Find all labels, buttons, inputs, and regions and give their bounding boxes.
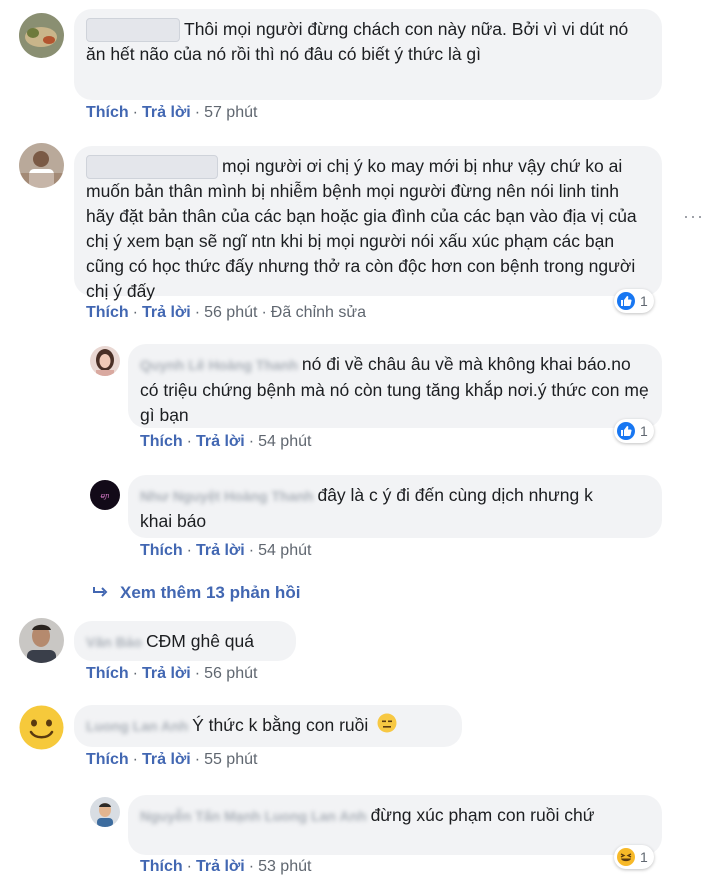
- like-link[interactable]: Thích: [140, 433, 183, 450]
- blurred-author-name[interactable]: Văn Bảo: [86, 630, 142, 655]
- like-link[interactable]: Thích: [86, 304, 129, 321]
- timestamp[interactable]: 56 phút: [204, 665, 257, 682]
- comment-text: đừng xúc phạm con ruồi chứ: [370, 805, 595, 825]
- timestamp[interactable]: 54 phút: [258, 542, 311, 559]
- smiley-avatar-icon: [19, 705, 64, 750]
- avatar[interactable]: [90, 797, 120, 827]
- comment-bubble: mọi người ơi chị ý ko may mới bị như vậy…: [74, 146, 662, 301]
- like-link[interactable]: Thích: [86, 104, 129, 121]
- comment-actions: Thích · Trả lời · 57 phút: [86, 104, 258, 121]
- avatar-image: [19, 143, 64, 188]
- reply-link[interactable]: Trả lời: [196, 542, 245, 559]
- reply-link[interactable]: Trả lời: [142, 751, 191, 768]
- thumbs-up-icon: [617, 292, 635, 310]
- avatar-image: [90, 346, 120, 376]
- avatar[interactable]: [19, 143, 64, 188]
- avatar[interactable]: [19, 705, 64, 750]
- avatar-image: ʊ̶ɲ: [90, 480, 120, 510]
- comment-bubble: Thôi mọi người đừng chách con này nữa. B…: [74, 9, 662, 100]
- reply-bubble: Quynh Lê Hoàng Thanh nó đi về châu âu về …: [128, 344, 662, 428]
- avatar-image: [90, 797, 120, 827]
- like-link[interactable]: Thích: [140, 542, 183, 559]
- timestamp[interactable]: 53 phút: [258, 858, 311, 875]
- blurred-author-name[interactable]: [86, 18, 180, 43]
- comment-text: CĐM ghê quá: [146, 631, 254, 651]
- comment-actions: Thích · Trả lời · 55 phút: [86, 751, 258, 768]
- comment-actions: Thích · Trả lời · 54 phút: [140, 542, 312, 559]
- like-link[interactable]: Thích: [86, 751, 129, 768]
- timestamp[interactable]: 54 phút: [258, 433, 311, 450]
- blurred-author-name[interactable]: Nguyễn Tấn Mạnh Luong Lan Anh: [140, 804, 367, 829]
- reaction-number: 1: [640, 849, 648, 865]
- avatar[interactable]: ʊ̶ɲ: [90, 480, 120, 510]
- expressionless-emoji-icon: [377, 713, 397, 740]
- reply-arrow-icon: [92, 583, 108, 603]
- reply-link[interactable]: Trả lời: [142, 665, 191, 682]
- reaction-count[interactable]: 1: [614, 419, 654, 443]
- blurred-author-name[interactable]: Như Nguyệt Hoàng Thanh: [140, 484, 313, 509]
- reply-link[interactable]: Trả lời: [142, 304, 191, 321]
- like-link[interactable]: Thích: [140, 858, 183, 875]
- blurred-author-name[interactable]: Quynh Lê Hoàng Thanh: [140, 353, 298, 378]
- more-horizontal-icon[interactable]: ···: [683, 207, 704, 225]
- comment-actions: Thích · Trả lời · 56 phút: [86, 665, 258, 682]
- avatar[interactable]: [19, 13, 64, 58]
- avatar-image: [19, 618, 64, 663]
- edited-label[interactable]: Đã chỉnh sửa: [271, 304, 366, 321]
- blurred-author-name[interactable]: Luong Lan Anh: [86, 714, 188, 739]
- reaction-count[interactable]: 1: [614, 845, 654, 869]
- reply-link[interactable]: Trả lời: [142, 104, 191, 121]
- comment-actions: Thích · Trả lời · 56 phút · Đã chỉnh sửa: [86, 304, 366, 321]
- reply-bubble: Nguyễn Tấn Mạnh Luong Lan Anh đừng xúc ph…: [128, 795, 662, 855]
- reaction-number: 1: [640, 423, 648, 439]
- timestamp[interactable]: 55 phút: [204, 751, 257, 768]
- laughing-face-icon: [617, 848, 635, 866]
- reply-link[interactable]: Trả lời: [196, 433, 245, 450]
- comment-actions: Thích · Trả lời · 54 phút: [140, 433, 312, 450]
- reaction-number: 1: [640, 293, 648, 309]
- timestamp[interactable]: 56 phút: [204, 304, 257, 321]
- reply-bubble: Như Nguyệt Hoàng Thanh đây là c ý đi đến …: [128, 475, 662, 538]
- reaction-count[interactable]: 1: [614, 289, 654, 313]
- comment-bubble: Văn Bảo CĐM ghê quá: [74, 621, 296, 661]
- comment-actions: Thích · Trả lời · 53 phút: [140, 858, 312, 875]
- svg-text:ʊ̶ɲ: ʊ̶ɲ: [100, 492, 110, 500]
- avatar-image: [19, 13, 64, 58]
- avatar[interactable]: [90, 346, 120, 376]
- avatar[interactable]: [19, 618, 64, 663]
- timestamp[interactable]: 57 phút: [204, 104, 257, 121]
- comment-bubble: Luong Lan Anh Ý thức k bằng con ruồi: [74, 705, 462, 747]
- view-more-label: Xem thêm 13 phản hồi: [120, 583, 301, 602]
- reply-link[interactable]: Trả lời: [196, 858, 245, 875]
- comment-text: Ý thức k bằng con ruồi: [192, 715, 369, 736]
- thumbs-up-icon: [617, 422, 635, 440]
- like-link[interactable]: Thích: [86, 665, 129, 682]
- blurred-author-name[interactable]: [86, 155, 218, 180]
- view-more-replies-link[interactable]: Xem thêm 13 phản hồi: [92, 583, 300, 603]
